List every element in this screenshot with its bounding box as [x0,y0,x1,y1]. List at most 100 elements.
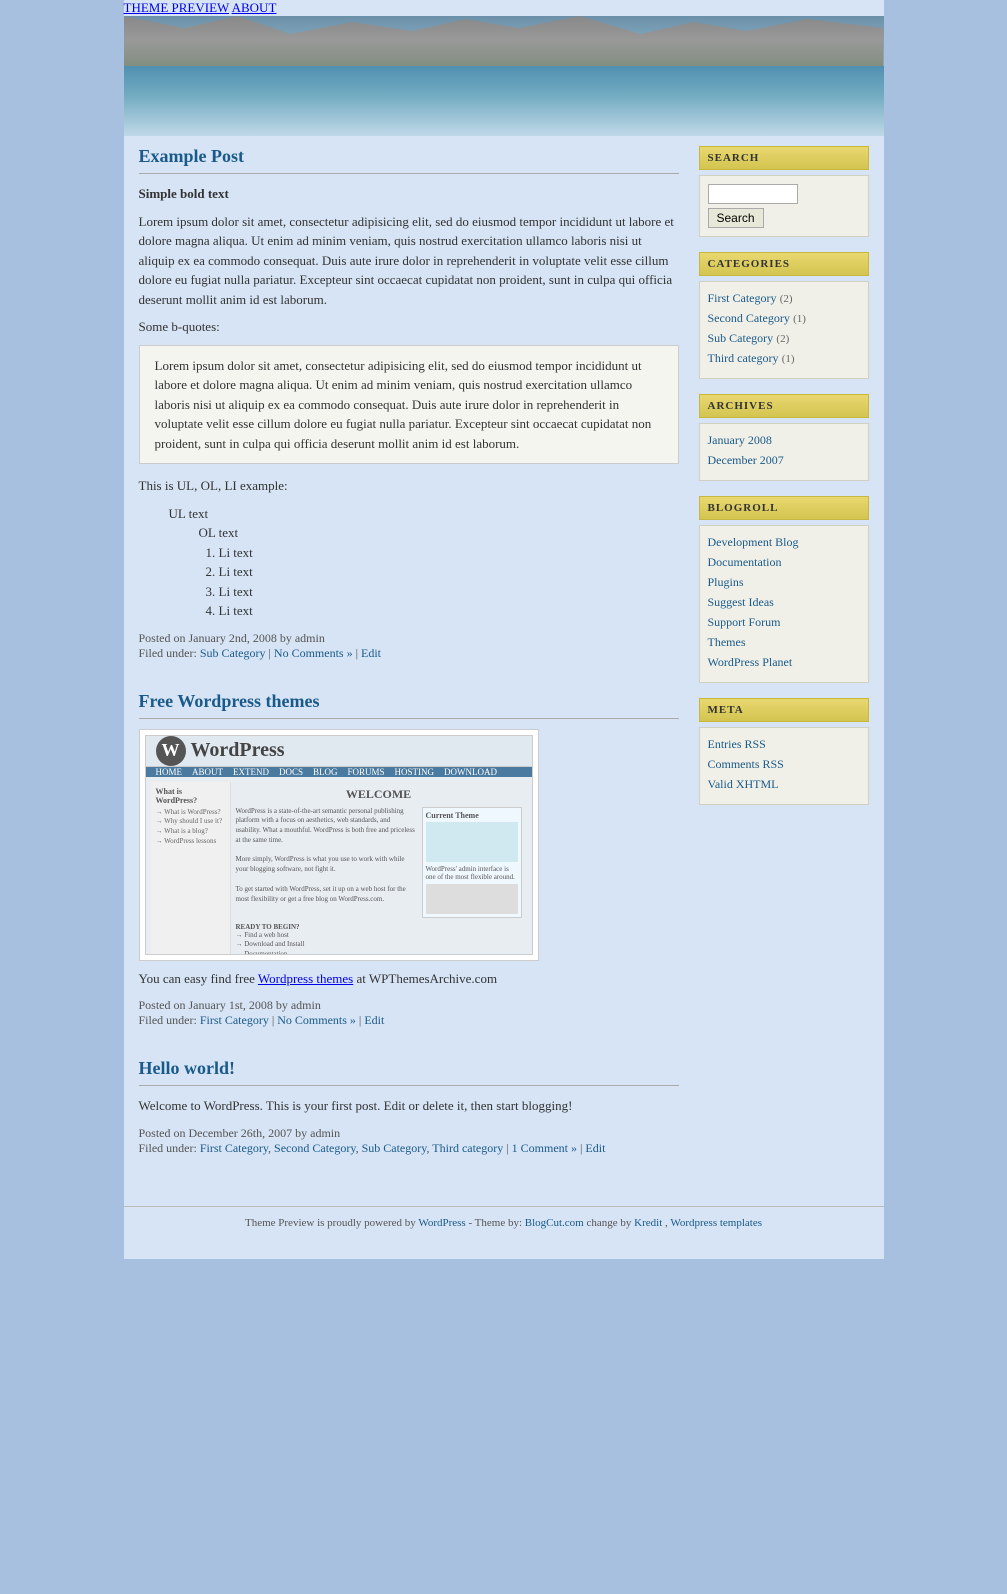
categories-list: First Category (2) Second Category (1) S… [708,290,860,366]
sidebar-archives-content: January 2008 December 2007 [699,423,869,481]
post-content-example: Simple bold text Lorem ipsum dolor sit a… [139,184,679,621]
blogroll-link[interactable]: Development Blog [708,535,799,549]
sidebar: SEARCH Search CATEGORIES First Category … [699,146,869,1186]
meta-link[interactable]: Comments RSS [708,757,784,771]
blogroll-list: Development Blog Documentation Plugins S… [708,534,860,670]
wp-nav-download: DOWNLOAD [444,767,497,777]
list-item: Suggest Ideas [708,594,860,610]
theme-preview-link[interactable]: THEME PREVIEW [124,0,230,15]
cat-link[interactable]: Sub Category [708,331,774,345]
list-item: Second Category (1) [708,310,860,326]
list-item: Sub Category (2) [708,330,860,346]
wp-sidebar-items: → What is WordPress? → Why should I use … [156,808,225,847]
blogroll-link[interactable]: WordPress Planet [708,655,793,669]
wp-themes-box: Current Theme WordPress' admin interface… [422,807,522,918]
list-section: This is UL, OL, LI example: UL text OL t… [139,476,679,621]
header-image [124,16,884,136]
post-divider-3 [139,1085,679,1086]
hello-comments[interactable]: 1 Comment » [512,1141,577,1155]
post-meta-wordpress: Posted on January 1st, 2008 by admin Fil… [139,998,679,1028]
post-edit-link-2[interactable]: Edit [364,1013,384,1027]
hello-cat-1[interactable]: First Category [200,1141,268,1155]
post-desc-wordpress: You can easy find free Wordpress themes … [139,969,679,989]
header-nav: THEME PREVIEW ABOUT [124,0,884,16]
archive-link[interactable]: December 2007 [708,453,784,467]
post-category-link[interactable]: Sub Category [200,646,266,660]
wp-nav-forums: FORUMS [348,767,385,777]
wp-header: W WordPress [146,736,532,767]
hello-cat-4[interactable]: Third category [432,1141,503,1155]
wp-nav-about: ABOUT [192,767,223,777]
wp-brand: WordPress [191,739,285,762]
list-item: December 2007 [708,452,860,468]
wp-body-text: WordPress is a state-of-the-art semantic… [236,807,417,918]
ol-section: OL text Li text Li text Li text Li text [199,523,679,621]
list-label: This is UL, OL, LI example: [139,476,679,496]
wp-main-content: WordPress is a state-of-the-art semantic… [236,807,522,918]
list-item: Third category (1) [708,350,860,366]
cat-link[interactable]: First Category [708,291,777,305]
hello-cat-3[interactable]: Sub Category [362,1141,427,1155]
post-content-hello: Welcome to WordPress. This is your first… [139,1096,679,1116]
sidebar-search: SEARCH Search [699,146,869,237]
list-item: January 2008 [708,432,860,448]
list-item: Li text [219,582,679,602]
post-comments-link-2[interactable]: No Comments » [277,1013,356,1027]
footer-kredit-link[interactable]: Kredit [634,1217,662,1229]
blogroll-link[interactable]: Support Forum [708,615,781,629]
blogroll-link[interactable]: Documentation [708,555,782,569]
site-footer: Theme Preview is proudly powered by Word… [124,1206,884,1239]
post-divider-2 [139,718,679,719]
archive-link[interactable]: January 2008 [708,433,772,447]
list-item: Documentation [708,554,860,570]
blogroll-link[interactable]: Themes [708,635,746,649]
wp-body: What is WordPress? → What is WordPress? … [146,777,532,955]
hello-edit[interactable]: Edit [585,1141,605,1155]
hello-cat-2[interactable]: Second Category [274,1141,356,1155]
post-hello-world: Hello world! Welcome to WordPress. This … [139,1058,679,1156]
list-item: First Category (2) [708,290,860,306]
post-paragraph: Lorem ipsum dolor sit amet, consectetur … [139,212,679,310]
wp-welcome-title: WELCOME [236,787,522,802]
sidebar-search-content: Search [699,175,869,237]
wp-ready-label: READY TO BEGIN? [236,923,522,931]
list-item: Comments RSS [708,756,860,772]
footer-blogcut-link[interactable]: BlogCut.com [525,1217,584,1229]
meta-link[interactable]: Entries RSS [708,737,766,751]
wp-theme-desc: WordPress' admin interface is one of the… [426,865,518,881]
post-edit-link[interactable]: Edit [361,646,381,660]
ol-text: OL text [199,525,239,540]
wp-nav-docs: DOCS [279,767,303,777]
ul-text: UL text [169,506,209,521]
sidebar-blogroll: BLOGROLL Development Blog Documentation … [699,496,869,683]
search-button[interactable]: Search [708,208,764,228]
post-title-example: Example Post [139,146,679,168]
list-item: Support Forum [708,614,860,630]
blogroll-link[interactable]: Plugins [708,575,744,589]
li-list: Li text Li text Li text Li text [219,543,679,621]
cat-link[interactable]: Second Category [708,311,790,325]
search-input[interactable] [708,184,798,204]
wp-sidebar-small: What is WordPress? → What is WordPress? … [151,782,231,955]
about-link[interactable]: ABOUT [232,0,277,15]
archives-list: January 2008 December 2007 [708,432,860,468]
ul-section: UL text OL text Li text Li text Li text … [169,504,679,621]
sidebar-archives-title: ARCHIVES [699,394,869,418]
site-header: THEME PREVIEW ABOUT [124,0,884,136]
sidebar-archives: ARCHIVES January 2008 December 2007 [699,394,869,481]
sidebar-meta-title: META [699,698,869,722]
wp-nav-blog: BLOG [313,767,338,777]
footer-wordpress-link[interactable]: WordPress [418,1217,465,1229]
cat-link[interactable]: Third category [708,351,779,365]
meta-link[interactable]: Valid XHTML [708,777,779,791]
list-item: Li text [219,562,679,582]
sidebar-meta: META Entries RSS Comments RSS Valid XHTM… [699,698,869,805]
list-item: Plugins [708,574,860,590]
footer-templates-link[interactable]: Wordpress templates [670,1217,762,1229]
wordpress-themes-link[interactable]: Wordpress themes [258,971,353,986]
post-comments-link[interactable]: No Comments » [274,646,353,660]
wp-ready-items: → Find a web host → Download and Install… [236,931,522,955]
bquote-label: Some b-quotes: [139,317,679,337]
blogroll-link[interactable]: Suggest Ideas [708,595,774,609]
post-category-link-2[interactable]: First Category [200,1013,269,1027]
